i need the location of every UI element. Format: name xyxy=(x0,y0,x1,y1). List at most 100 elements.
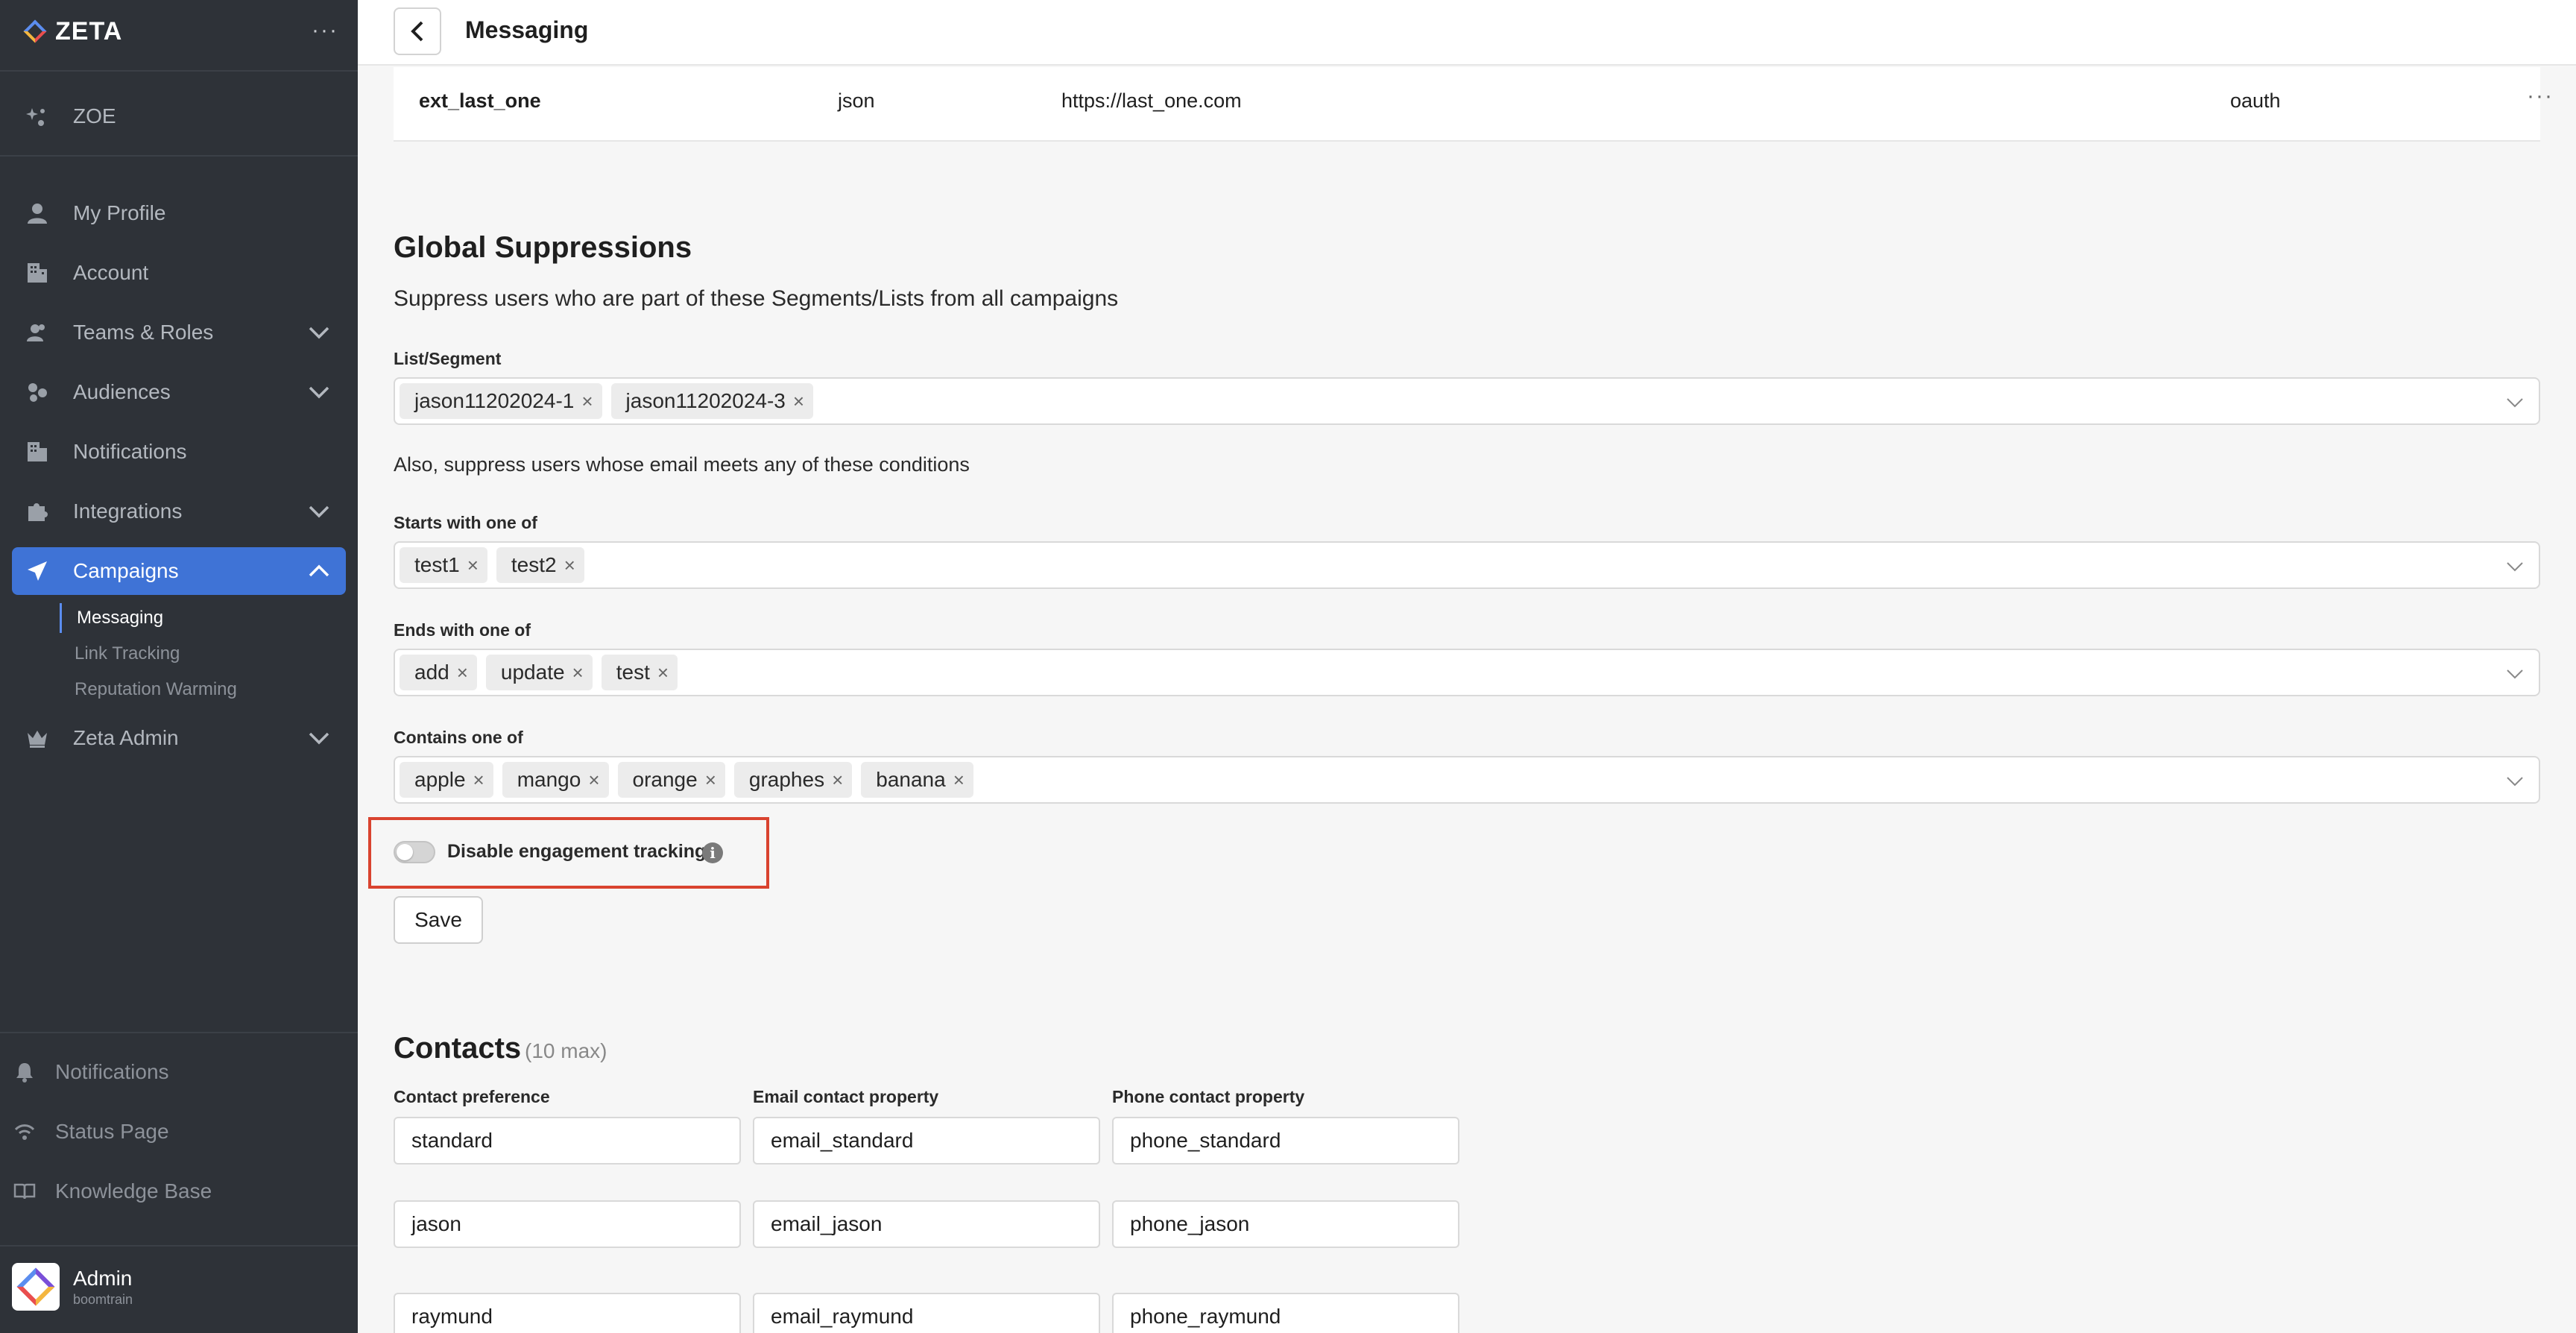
contact-preference-input[interactable]: jason xyxy=(394,1200,741,1248)
chevron-left-icon xyxy=(411,21,423,42)
brand[interactable]: ZETA xyxy=(23,16,123,46)
sidebar-item-zeta-admin[interactable]: Zeta Admin xyxy=(12,714,346,762)
sidebar-item-label: Zeta Admin xyxy=(73,726,179,749)
contains-select[interactable]: apple × mango × orange × graphes × banana × xyxy=(394,756,2540,804)
column-header: Email contact property xyxy=(753,1087,939,1106)
remove-icon[interactable]: × xyxy=(705,769,716,792)
tag-label: jason11202024-3 xyxy=(625,389,786,412)
phone-property-input[interactable]: phone_raymund xyxy=(1112,1293,1459,1333)
footer-item-label: Notifications xyxy=(55,1060,169,1083)
tag-label: mango xyxy=(517,768,581,791)
disable-tracking-toggle[interactable] xyxy=(394,841,435,863)
sidebar-item-label: ZOE xyxy=(73,104,116,127)
sidebar-item-label: Integrations xyxy=(73,500,183,523)
field-label: List/Segment xyxy=(394,349,502,368)
sidebar-item-label: Notifications xyxy=(73,440,187,463)
footer-item-knowledge-base[interactable]: Knowledge Base xyxy=(12,1169,346,1214)
user-org: boomtrain xyxy=(73,1291,133,1307)
tag-chip: test1 × xyxy=(400,547,487,583)
tag-label: orange xyxy=(632,768,698,791)
email-property-input[interactable]: email_standard xyxy=(753,1117,1100,1165)
user-profile[interactable]: Admin boomtrain xyxy=(12,1263,133,1311)
phone-property-input[interactable]: phone_jason xyxy=(1112,1200,1459,1248)
chevron-down-icon[interactable] xyxy=(307,500,331,523)
email-property-input[interactable]: email_raymund xyxy=(753,1293,1100,1333)
sidebar-item-integrations[interactable]: Integrations xyxy=(12,488,346,535)
chevron-down-icon[interactable] xyxy=(307,321,331,344)
sidebar-subitem-link-tracking[interactable]: Link Tracking xyxy=(60,639,180,669)
ends-with-select[interactable]: add × update × test × xyxy=(394,649,2540,696)
remove-icon[interactable]: × xyxy=(473,769,484,792)
page-header: Messaging xyxy=(358,0,2576,66)
remove-icon[interactable]: × xyxy=(457,661,468,684)
building-icon xyxy=(24,259,51,286)
sidebar-subitem-reputation-warming[interactable]: Reputation Warming xyxy=(60,675,237,705)
person-icon xyxy=(24,200,51,227)
extension-auth: oauth xyxy=(2230,89,2281,112)
tag-label: test2 xyxy=(511,553,557,576)
users-icon xyxy=(24,319,51,346)
tag-chip: jason11202024-1 × xyxy=(400,383,602,419)
email-conditions-note: Also, suppress users whose email meets a… xyxy=(394,453,970,476)
phone-property-input[interactable]: phone_standard xyxy=(1112,1117,1459,1165)
tag-label: graphes xyxy=(748,768,825,791)
tag-label: jason11202024-1 xyxy=(414,389,575,412)
extension-type: json xyxy=(838,89,875,112)
tag-label: add xyxy=(414,661,449,684)
more-options-icon[interactable]: ··· xyxy=(312,18,338,43)
list-segment-select[interactable]: jason11202024-1 × jason11202024-3 × xyxy=(394,377,2540,425)
footer-item-notifications[interactable]: Notifications xyxy=(12,1050,346,1094)
info-icon[interactable]: i xyxy=(702,842,723,863)
chevron-down-icon[interactable] xyxy=(2504,556,2525,577)
remove-icon[interactable]: × xyxy=(793,390,804,413)
remove-icon[interactable]: × xyxy=(953,769,965,792)
chevron-down-icon[interactable] xyxy=(2504,664,2525,684)
tag-chip: graphes × xyxy=(733,762,853,798)
tag-chip: orange × xyxy=(617,762,725,798)
sidebar-item-zoe[interactable]: ZOE xyxy=(12,92,346,140)
paper-plane-icon xyxy=(24,558,51,584)
main-content: Messaging ext_last_one json https://last… xyxy=(358,0,2576,1333)
contact-preference-input[interactable]: standard xyxy=(394,1117,741,1165)
chevron-down-icon[interactable] xyxy=(2504,771,2525,792)
brand-name: ZETA xyxy=(55,16,123,45)
tag-label: update xyxy=(500,661,565,684)
footer-item-status-page[interactable]: Status Page xyxy=(12,1109,346,1154)
remove-icon[interactable]: × xyxy=(657,661,669,684)
remove-icon[interactable]: × xyxy=(588,769,599,792)
chevron-down-icon[interactable] xyxy=(2504,392,2525,413)
sidebar-item-audiences[interactable]: Audiences xyxy=(12,368,346,416)
tag-label: test1 xyxy=(414,553,460,576)
sidebar-item-my-profile[interactable]: My Profile xyxy=(12,189,346,237)
starts-with-select[interactable]: test1 × test2 × xyxy=(394,541,2540,589)
back-button[interactable] xyxy=(394,7,441,55)
remove-icon[interactable]: × xyxy=(572,661,584,684)
toggle-knob xyxy=(397,844,413,860)
tag-label: banana xyxy=(876,768,946,791)
extension-name: ext_last_one xyxy=(419,89,541,112)
avatar xyxy=(12,1263,60,1311)
email-property-input[interactable]: email_jason xyxy=(753,1200,1100,1248)
remove-icon[interactable]: × xyxy=(581,390,593,413)
sidebar-item-label: Teams & Roles xyxy=(73,321,214,344)
chevron-up-icon[interactable] xyxy=(307,559,331,583)
chevron-down-icon[interactable] xyxy=(307,380,331,404)
remove-icon[interactable]: × xyxy=(467,554,479,577)
save-button[interactable]: Save xyxy=(394,896,483,944)
sidebar-subitem-messaging[interactable]: Messaging xyxy=(60,603,163,633)
sidebar-item-campaigns[interactable]: Campaigns xyxy=(12,547,346,595)
toggle-label: Disable engagement tracking xyxy=(447,841,707,862)
sparkle-icon xyxy=(24,103,51,130)
chevron-down-icon[interactable] xyxy=(307,726,331,750)
remove-icon[interactable]: × xyxy=(832,769,843,792)
sidebar-item-notifications[interactable]: Notifications xyxy=(12,428,346,476)
sidebar-item-label: Account xyxy=(73,261,149,284)
contact-preference-input[interactable]: raymund xyxy=(394,1293,741,1333)
row-more-icon[interactable]: ··· xyxy=(2527,83,2554,109)
tag-label: apple xyxy=(414,768,466,791)
signal-icon xyxy=(12,1119,37,1144)
remove-icon[interactable]: × xyxy=(564,554,575,577)
sidebar-item-account[interactable]: Account xyxy=(12,249,346,297)
sidebar-item-teams-roles[interactable]: Teams & Roles xyxy=(12,309,346,356)
user-name: Admin xyxy=(73,1266,133,1290)
